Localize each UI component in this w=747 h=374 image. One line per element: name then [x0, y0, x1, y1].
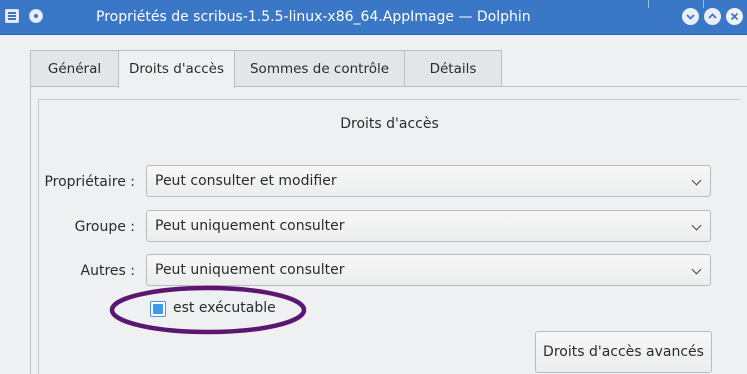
window-menu-icon[interactable]	[5, 9, 19, 23]
owner-label: Propriétaire :	[44, 174, 135, 190]
close-icon	[730, 12, 739, 21]
others-label: Autres :	[80, 263, 135, 279]
group-label: Groupe :	[74, 219, 135, 235]
executable-label[interactable]: est exécutable	[173, 300, 276, 316]
tab-permissions[interactable]: Droits d'accès	[118, 50, 235, 88]
others-permission-value: Peut uniquement consulter	[155, 262, 345, 278]
chevron-down-icon	[691, 175, 702, 186]
keep-on-all-desktops-icon[interactable]	[29, 9, 43, 23]
group-permission-value: Peut uniquement consulter	[155, 218, 345, 234]
minimize-button[interactable]	[682, 8, 699, 25]
tab-checksums[interactable]: Sommes de contrôle	[234, 50, 405, 87]
executable-checkbox[interactable]	[150, 301, 166, 317]
section-title: Droits d'accès	[340, 116, 439, 132]
advanced-permissions-button[interactable]: Droits d'accès avancés	[535, 331, 712, 373]
owner-permission-select[interactable]: Peut consulter et modifier	[146, 165, 711, 197]
window-title: Propriétés de scribus-1.5.5-linux-x86_64…	[96, 9, 531, 25]
owner-permission-value: Peut consulter et modifier	[155, 173, 337, 189]
chevron-up-icon	[708, 13, 717, 19]
maximize-button[interactable]	[704, 8, 721, 25]
properties-dialog: Propriétés de scribus-1.5.5-linux-x86_64…	[0, 0, 747, 374]
others-permission-select[interactable]: Peut uniquement consulter	[146, 254, 711, 286]
chevron-down-icon	[691, 264, 702, 275]
chevron-down-icon	[691, 220, 702, 231]
chevron-down-icon	[686, 14, 695, 20]
title-bar[interactable]: Propriétés de scribus-1.5.5-linux-x86_64…	[0, 0, 747, 35]
close-button[interactable]	[726, 8, 743, 25]
tab-general[interactable]: Général	[30, 50, 119, 87]
group-permission-select[interactable]: Peut uniquement consulter	[146, 210, 711, 242]
tab-details[interactable]: Détails	[404, 50, 502, 87]
